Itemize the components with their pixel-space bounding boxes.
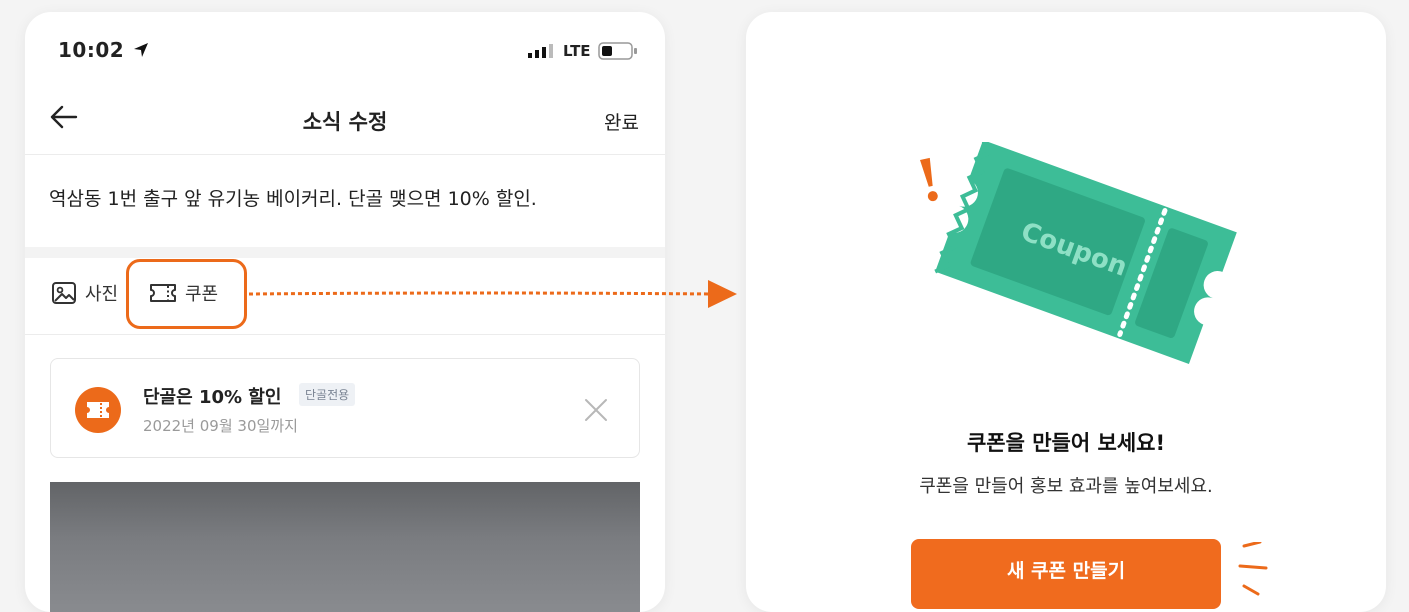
connector-arrow-icon — [248, 280, 737, 308]
